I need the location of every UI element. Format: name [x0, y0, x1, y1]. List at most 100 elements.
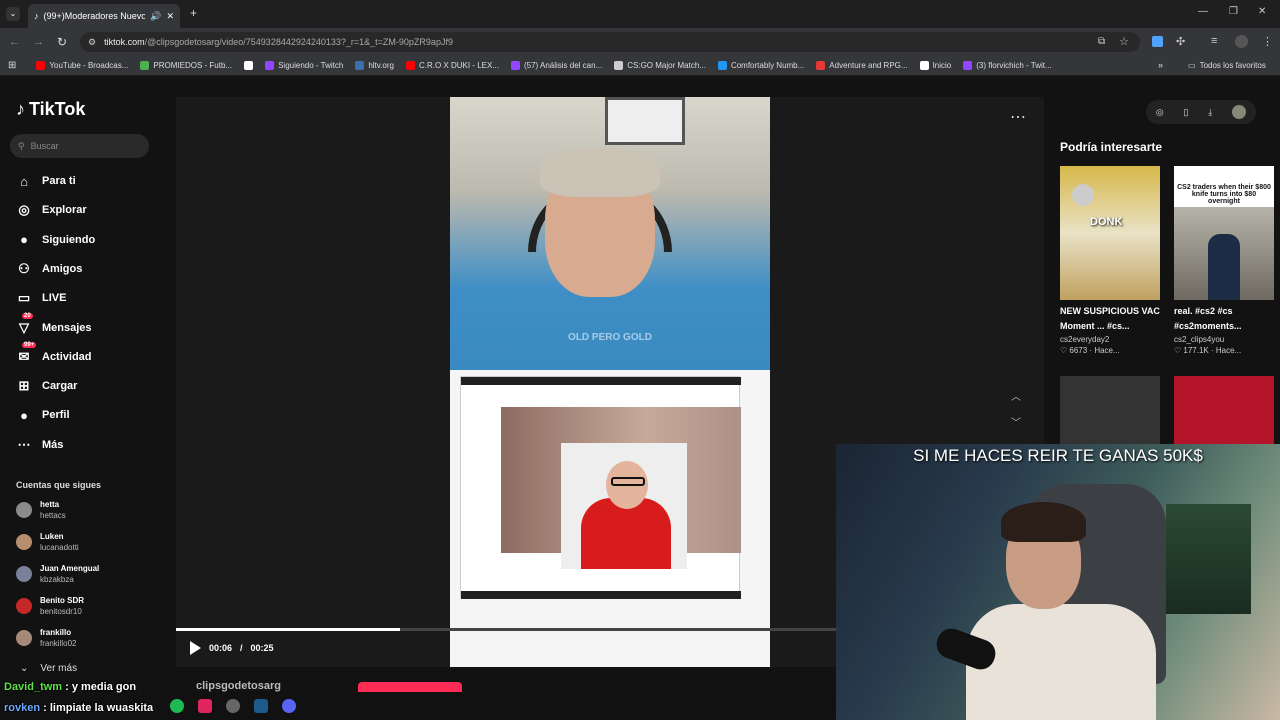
bookmark-item[interactable]: YouTube - Broadcas... — [36, 61, 128, 70]
following-account[interactable]: hetta hettacs — [16, 496, 166, 524]
forward-icon[interactable]: → — [33, 36, 44, 48]
bookmark-favicon-icon — [614, 61, 624, 70]
all-bookmarks-button[interactable]: ▭ Todos los favoritos — [1188, 61, 1266, 70]
bookmark-item[interactable]: (3) florvichich - Twit... — [963, 61, 1052, 70]
chat-text: : y media gon — [62, 681, 137, 693]
recommendation-caption: NEW SUSPICIOUS VAC Moment ... #cs... — [1060, 306, 1160, 331]
account-text: Luken lucanadotti — [40, 531, 79, 553]
tiktok-brand: TikTok — [29, 99, 86, 119]
bookmarks-overflow-icon[interactable]: » — [1158, 60, 1163, 70]
friends-icon: ⚇ — [16, 261, 32, 277]
sidebar-item-amigos[interactable]: ⚇ Amigos — [16, 258, 166, 280]
app-icon[interactable] — [198, 699, 212, 713]
spotify-icon[interactable] — [170, 699, 184, 713]
search-input[interactable]: ⚲ Buscar — [10, 134, 149, 158]
upload-icon: ⊞ — [16, 378, 32, 394]
bookmark-item[interactable] — [244, 61, 254, 70]
next-video-icon[interactable]: ﹀ — [1011, 414, 1021, 429]
upload-icon-glyph: ⊞ — [18, 378, 30, 394]
sidebar-item-explorar[interactable]: ◎ Explorar — [16, 199, 166, 221]
bookmark-item[interactable]: hltv.org — [355, 61, 394, 70]
browser-tab-active[interactable]: ♪ (99+)Moderadores Nuevos 🔊 ✕ — [28, 4, 180, 28]
chevron-down-icon: ⌄ — [20, 663, 29, 674]
bookmark-label: YouTube - Broadcas... — [49, 61, 129, 70]
device-icon[interactable]: ▯ — [1184, 107, 1189, 118]
heart-icon: ♡ — [1174, 346, 1182, 355]
sidebar-item-label: Cargar — [42, 380, 78, 393]
sidebar-item-para-ti[interactable]: ⌂ Para ti — [16, 170, 166, 192]
sidebar-item-actividad[interactable]: ✉ 99+ Actividad — [16, 341, 166, 368]
follow-button[interactable] — [358, 682, 462, 692]
current-time: 00:06 — [209, 643, 233, 653]
recommendation-thumbnail-partial[interactable] — [1174, 376, 1274, 446]
video-more-icon[interactable]: ⋯ — [1010, 107, 1026, 127]
restore-icon[interactable]: ❐ — [1229, 6, 1238, 17]
sidebar-item-más[interactable]: ⋯ Más — [16, 434, 166, 456]
video-author[interactable]: clipsgodetosarg — [196, 680, 281, 692]
tiktok-logo[interactable]: ♪ TikTok — [16, 99, 85, 120]
bookmark-label: CS:GO Major Match... — [627, 61, 706, 70]
bookmark-item[interactable]: C.R.O X DUKI - LEX... — [405, 61, 499, 70]
play-icon[interactable] — [190, 641, 201, 655]
extensions-puzzle-icon[interactable]: ✣ — [1176, 35, 1185, 48]
video-caption-overlay: OLD PERO GOLD — [568, 332, 652, 343]
steam-icon[interactable] — [254, 699, 268, 713]
see-more-button[interactable]: ⌄ Ver más — [20, 663, 77, 674]
following-title: Cuentas que sigues — [16, 480, 102, 490]
sidebar-item-siguiendo[interactable]: ● Siguiendo — [16, 229, 166, 251]
app-icon[interactable] — [226, 699, 240, 713]
url-path: /@clipsgodetosarg/video/7549328442924240… — [144, 37, 453, 47]
coins-icon[interactable]: ◎ — [1156, 107, 1164, 118]
bookmark-item[interactable]: Adventure and RPG... — [816, 61, 908, 70]
bookmark-label: Inicio — [932, 61, 952, 70]
apps-grid-icon[interactable]: ⊞ — [8, 60, 16, 71]
user-avatar[interactable] — [1232, 105, 1247, 119]
profile-avatar[interactable] — [1235, 35, 1248, 48]
following-account[interactable]: Juan Amengual kbzakbza — [16, 560, 166, 588]
following-account[interactable]: Benito SDR benitosdr10 — [16, 592, 166, 620]
sidebar-item-cargar[interactable]: ⊞ Cargar — [16, 375, 166, 397]
bookmark-item[interactable]: CS:GO Major Match... — [614, 61, 706, 70]
profile-icon: ● — [16, 407, 32, 423]
recommendation-card[interactable]: CS2 traders when their $800 knife turns … — [1174, 166, 1274, 355]
following-account[interactable]: frankillo frankillo02 — [16, 624, 166, 652]
url-input[interactable]: ⚙ tiktok.com/@clipsgodetosarg/video/7549… — [80, 32, 1140, 52]
recommendation-thumbnail-partial[interactable] — [1060, 376, 1160, 446]
bookmark-item[interactable]: Comfortably Numb... — [717, 61, 804, 70]
video-progress-bar[interactable] — [176, 628, 836, 631]
video-player[interactable]: OLD PERO GOLD — [450, 97, 770, 667]
account-handle: benitosdr10 — [40, 607, 82, 616]
recommendations-title: Podría interesarte — [1060, 140, 1163, 154]
reading-list-icon[interactable]: ≡ — [1211, 35, 1217, 47]
bookmark-favicon-icon — [140, 61, 150, 70]
site-info-icon[interactable]: ⚙ — [88, 37, 96, 48]
new-tab-button[interactable]: + — [190, 6, 197, 20]
sidebar-item-perfil[interactable]: ● Perfil — [16, 404, 166, 426]
following-account[interactable]: Luken lucanadotti — [16, 528, 166, 556]
download-icon[interactable]: ⤓ — [1208, 107, 1212, 118]
sidebar-item-mensajes[interactable]: ▽ 20 Mensajes — [16, 312, 166, 339]
discord-icon[interactable] — [282, 699, 296, 713]
search-placeholder: Buscar — [30, 141, 59, 151]
recommendation-card[interactable]: DONK NEW SUSPICIOUS VAC Moment ... #cs..… — [1060, 166, 1160, 355]
close-window-icon[interactable]: ✕ — [1258, 6, 1266, 17]
sidebar-item-live[interactable]: ▭ LIVE — [16, 287, 166, 309]
speaker-icon[interactable]: 🔊 — [150, 11, 161, 22]
previous-video-icon[interactable]: ︿ — [1011, 388, 1021, 403]
bookmark-item[interactable]: Siguiendo - Twitch — [265, 61, 343, 70]
bookmark-item[interactable]: Inicio — [919, 61, 952, 70]
close-tab-icon[interactable]: ✕ — [166, 11, 174, 22]
recommendation-user[interactable]: cs2everyday2 — [1060, 335, 1160, 344]
bookmark-item[interactable]: (57) Análisis del can... — [510, 61, 602, 70]
minimize-icon[interactable]: — — [1198, 6, 1208, 17]
reload-icon[interactable]: ↻ — [57, 35, 67, 49]
top-right-actions: ◎ ▯ ⤓ — [1146, 100, 1256, 124]
bookmark-star-icon[interactable]: ☆ — [1119, 35, 1129, 48]
tab-search-button[interactable]: ⌄ — [6, 7, 20, 21]
bookmark-item[interactable]: PROMIEDOS - Futb... — [140, 61, 232, 70]
recommendation-user[interactable]: cs2_clips4you — [1174, 335, 1274, 344]
browser-menu-icon[interactable]: ⋮ — [1262, 35, 1273, 48]
install-app-icon[interactable]: ⧉ — [1098, 36, 1105, 47]
extension-icon[interactable] — [1152, 36, 1163, 47]
back-icon[interactable]: ← — [9, 36, 20, 48]
